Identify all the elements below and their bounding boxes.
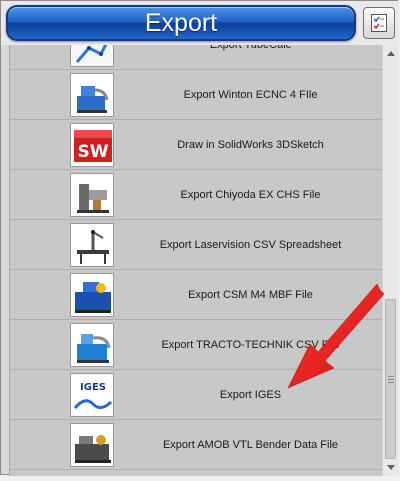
export-item-solidworks[interactable]: SW Draw in SolidWorks 3DSketch [10, 120, 383, 170]
iges-thumb-text: IGES [80, 382, 106, 393]
export-item-amob[interactable]: Export AMOB VTL Bender Data File [10, 420, 383, 470]
export-item-label: Export TubeCalc [209, 45, 292, 51]
export-item-label: Draw in SolidWorks 3DSketch [177, 139, 324, 151]
scrollbar-thumb[interactable] [385, 299, 396, 459]
export-item-label: Export Chiyoda EX CHS File [180, 189, 321, 201]
export-item-iges[interactable]: IGES Export IGES [10, 370, 383, 420]
vertical-scrollbar[interactable] [382, 45, 399, 476]
scroll-grip [388, 376, 394, 377]
export-item-label: Export TRACTO-TECHNIK CSV File [161, 339, 340, 351]
export-item-label: Export Winton ECNC 4 FIle [183, 89, 318, 101]
chiyoda-machine-thumbnail [70, 173, 114, 217]
checklist-icon [371, 14, 387, 32]
tubecalc-thumbnail [70, 45, 114, 67]
window-title: Export [6, 5, 356, 41]
laservision-arm-thumbnail [70, 223, 114, 267]
winton-bender-thumbnail [70, 73, 114, 117]
export-item-chiyoda[interactable]: Export Chiyoda EX CHS File [10, 170, 383, 220]
export-item-laservision[interactable]: Export Laservision CSV Spreadsheet [10, 220, 383, 270]
checklist-button[interactable] [363, 7, 395, 39]
scroll-grip [388, 379, 394, 380]
export-item-label: Export Laservision CSV Spreadsheet [159, 239, 342, 251]
export-item-label: Export IGES [219, 389, 282, 401]
export-item-winton[interactable]: Export Winton ECNC 4 FIle [10, 70, 383, 120]
export-item-tracto-technik[interactable]: Export TRACTO-TECHNIK CSV File [10, 320, 383, 370]
solidworks-logo: SW [70, 123, 114, 167]
export-item-label: Export CSM M4 MBF File [188, 289, 313, 301]
scroll-down-arrow-icon[interactable] [383, 459, 399, 476]
amob-bender-thumbnail [70, 423, 114, 467]
export-list: Export TubeCalc Export Winton ECNC 4 FIl… [9, 45, 383, 476]
tracto-technik-thumbnail [70, 323, 114, 367]
export-item-csm[interactable]: Export CSM M4 MBF File [10, 270, 383, 320]
header: Export [1, 1, 399, 45]
export-window: Export Export TubeCalc Export Winton ECN… [0, 0, 399, 476]
export-item-tubecalc[interactable]: Export TubeCalc [10, 45, 383, 70]
svg-text:SW: SW [78, 142, 109, 162]
iges-thumbnail: IGES [70, 373, 114, 417]
scroll-grip [388, 382, 394, 383]
export-item-label: Export AMOB VTL Bender Data File [162, 439, 339, 451]
csm-bender-thumbnail [70, 273, 114, 317]
scroll-up-arrow-icon[interactable] [383, 45, 399, 62]
